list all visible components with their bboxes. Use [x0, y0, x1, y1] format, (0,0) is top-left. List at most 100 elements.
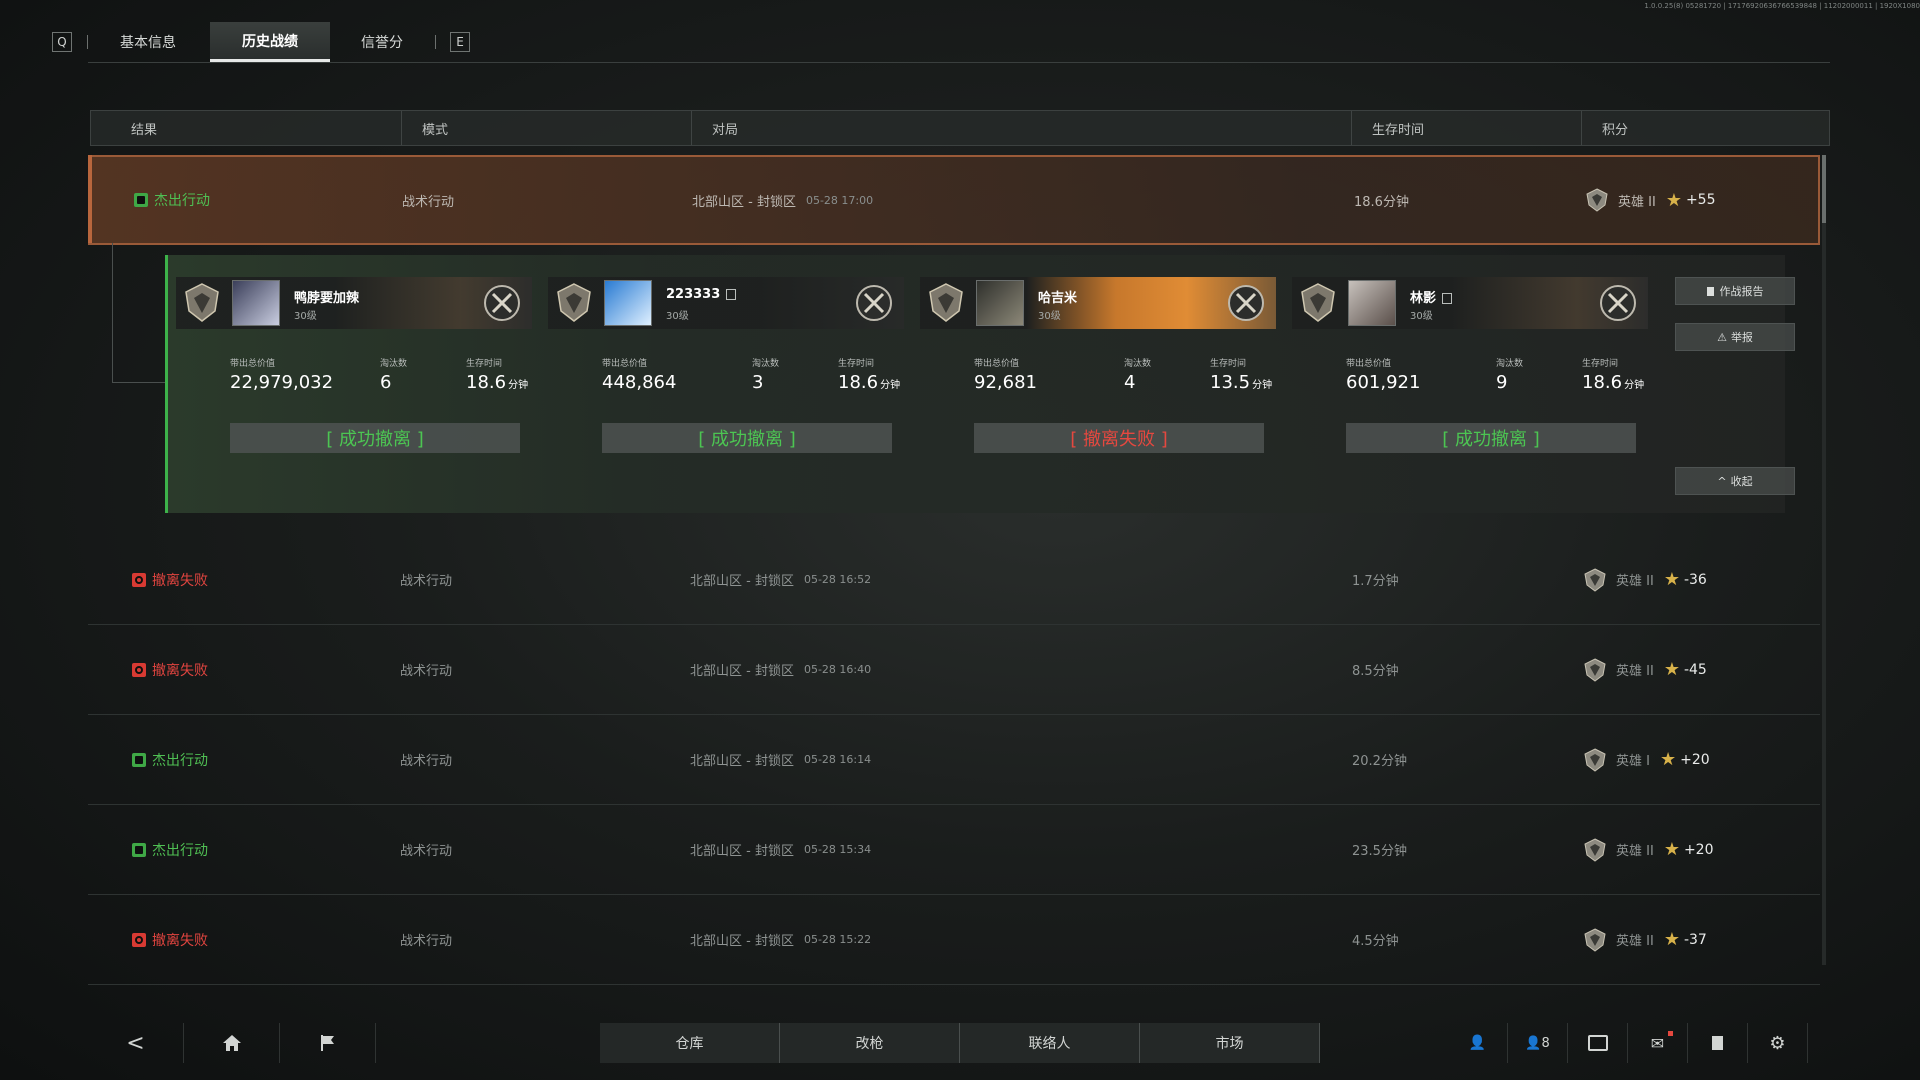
player-card: 223333 30级 带出总价值 淘汰数 生存时间 448,864 3 18.6… [540, 255, 912, 513]
extraction-status: [ 成功撤离 ] [602, 423, 892, 453]
extraction-status-label: [ 成功撤离 ] [698, 429, 796, 450]
row-score: 英雄 II ★ -37 [1582, 895, 1707, 984]
success-icon [134, 193, 148, 207]
row-mode: 战术行动 [400, 844, 453, 859]
table-row[interactable]: 撤离失败 战术行动 北部山区 - 封锁区 05-28 16:52 1.7分钟 英… [88, 535, 1820, 625]
battle-report-label: 作战报告 [1719, 285, 1764, 298]
kills-count: 6 [380, 372, 392, 393]
value-label: 带出总价值 [230, 359, 276, 369]
row-date: 05-28 17:00 [805, 193, 874, 207]
copy-icon[interactable] [1442, 293, 1453, 304]
next-tab-key-hint[interactable]: E [450, 32, 470, 52]
survive-time: 18.6 分钟 [466, 372, 528, 393]
row-result-label: 撤离失败 [152, 572, 208, 589]
row-result: 杰出行动 [132, 715, 208, 804]
minute-unit: 分钟 [1624, 380, 1645, 391]
extraction-status-label: [ 成功撤离 ] [1442, 429, 1540, 450]
divider [435, 35, 436, 49]
row-result-label: 杰出行动 [154, 193, 210, 209]
nav-contacts[interactable]: 联络人 [960, 1023, 1140, 1063]
player-name-text: 223333 [666, 287, 721, 302]
kills-count: 9 [1496, 372, 1508, 393]
tab-credit-score[interactable]: 信誉分 [350, 22, 414, 62]
emblem-icon [1228, 285, 1264, 321]
chat-icon [1587, 1035, 1608, 1051]
collapse-button[interactable]: ^ 收起 [1675, 467, 1795, 495]
star-icon: ★ [1663, 569, 1680, 590]
document-icon [1706, 286, 1714, 296]
back-button[interactable]: < [88, 1023, 184, 1063]
nav-gunsmith[interactable]: 改枪 [780, 1023, 960, 1063]
row-result-label: 杰出行动 [152, 842, 208, 859]
player-level: 30级 [1038, 311, 1061, 322]
flag-button[interactable] [280, 1023, 376, 1063]
flag-icon [320, 1035, 334, 1051]
rank-badge-icon [929, 283, 963, 322]
table-row[interactable]: 杰出行动 战术行动 北部山区 - 封锁区 05-28 15:34 23.5分钟 … [88, 805, 1820, 895]
value-label: 带出总价值 [974, 359, 1020, 369]
chat-button[interactable] [1568, 1023, 1628, 1063]
extraction-status: [ 成功撤离 ] [230, 423, 520, 453]
value-amount: 448,864 [602, 372, 677, 393]
nav-market[interactable]: 市场 [1140, 1023, 1320, 1063]
settings-button[interactable]: ⚙ [1748, 1023, 1808, 1063]
row-match: 北部山区 - 封锁区 05-28 17:00 [692, 157, 873, 243]
rank-badge-icon [1301, 283, 1335, 322]
chevron-up-icon: ^ [1717, 474, 1727, 488]
scrollbar-thumb[interactable] [1822, 155, 1826, 223]
minute-unit: 分钟 [1252, 380, 1273, 391]
row-result: 杰出行动 [132, 805, 208, 894]
survive-label: 生存时间 [1210, 359, 1247, 369]
player-card: 鸭脖要加辣 30级 带出总价值 淘汰数 生存时间 22,979,032 6 18… [168, 255, 540, 513]
row-map: 北部山区 - 封锁区 [692, 194, 796, 210]
row-mode: 战术行动 [400, 934, 453, 949]
rank-badge-icon [1586, 188, 1608, 212]
friends-count: 8 [1541, 1035, 1550, 1051]
friends-button[interactable]: 👤 8 [1508, 1023, 1568, 1063]
survive-value: 18.6 [838, 372, 879, 393]
search-friend-button[interactable]: 👤 [1448, 1023, 1508, 1063]
rank-badge-icon [1584, 567, 1606, 592]
rank-badge-icon [1584, 747, 1606, 772]
row-survival: 23.5分钟 [1352, 844, 1407, 859]
mail-button[interactable]: ✉ [1628, 1023, 1688, 1063]
player-banner[interactable]: 223333 30级 [548, 277, 904, 329]
scrollbar-track[interactable] [1822, 155, 1826, 965]
notes-icon [1712, 1036, 1723, 1050]
table-row[interactable]: 杰出行动 战术行动 北部山区 - 封锁区 05-28 17:00 18.6分钟 … [88, 155, 1820, 245]
report-player-button[interactable]: ⚠ 举报 [1675, 323, 1795, 351]
player-level: 30级 [294, 311, 317, 322]
row-map: 北部山区 - 封锁区 [690, 664, 794, 679]
table-row[interactable]: 撤离失败 战术行动 北部山区 - 封锁区 05-28 15:22 4.5分钟 英… [88, 895, 1820, 985]
star-icon: ★ [1663, 839, 1680, 860]
tab-basic-info[interactable]: 基本信息 [108, 22, 188, 62]
copy-icon[interactable] [726, 289, 737, 300]
survive-label: 生存时间 [1582, 359, 1619, 369]
row-rank: 英雄 II [1616, 574, 1654, 589]
tab-match-history[interactable]: 历史战绩 [210, 22, 330, 62]
emblem-icon [856, 285, 892, 321]
avatar [604, 280, 652, 326]
row-result-label: 撤离失败 [152, 662, 208, 679]
survive-time: 18.6 分钟 [838, 372, 900, 393]
player-banner[interactable]: 林影 30级 [1292, 277, 1648, 329]
row-mode: 战术行动 [400, 574, 453, 589]
kills-label: 淘汰数 [1124, 359, 1152, 369]
row-survival: 1.7分钟 [1352, 574, 1399, 589]
battle-report-button[interactable]: 作战报告 [1675, 277, 1795, 305]
nav-warehouse[interactable]: 仓库 [600, 1023, 780, 1063]
detail-connector [112, 243, 166, 383]
table-row[interactable]: 撤离失败 战术行动 北部山区 - 封锁区 05-28 16:40 8.5分钟 英… [88, 625, 1820, 715]
row-rank: 英雄 I [1616, 754, 1650, 769]
avatar [1348, 280, 1396, 326]
player-banner[interactable]: 鸭脖要加辣 30级 [176, 277, 532, 329]
extraction-status-label: [ 撤离失败 ] [1070, 429, 1168, 450]
prev-tab-key-hint[interactable]: Q [52, 32, 72, 52]
survive-value: 18.6 [466, 372, 507, 393]
gear-icon: ⚙ [1769, 1032, 1786, 1054]
table-row[interactable]: 杰出行动 战术行动 北部山区 - 封锁区 05-28 16:14 20.2分钟 … [88, 715, 1820, 805]
notes-button[interactable] [1688, 1023, 1748, 1063]
player-banner[interactable]: 哈吉米 30级 [920, 277, 1276, 329]
kills-count: 3 [752, 372, 764, 393]
home-button[interactable] [184, 1023, 280, 1063]
